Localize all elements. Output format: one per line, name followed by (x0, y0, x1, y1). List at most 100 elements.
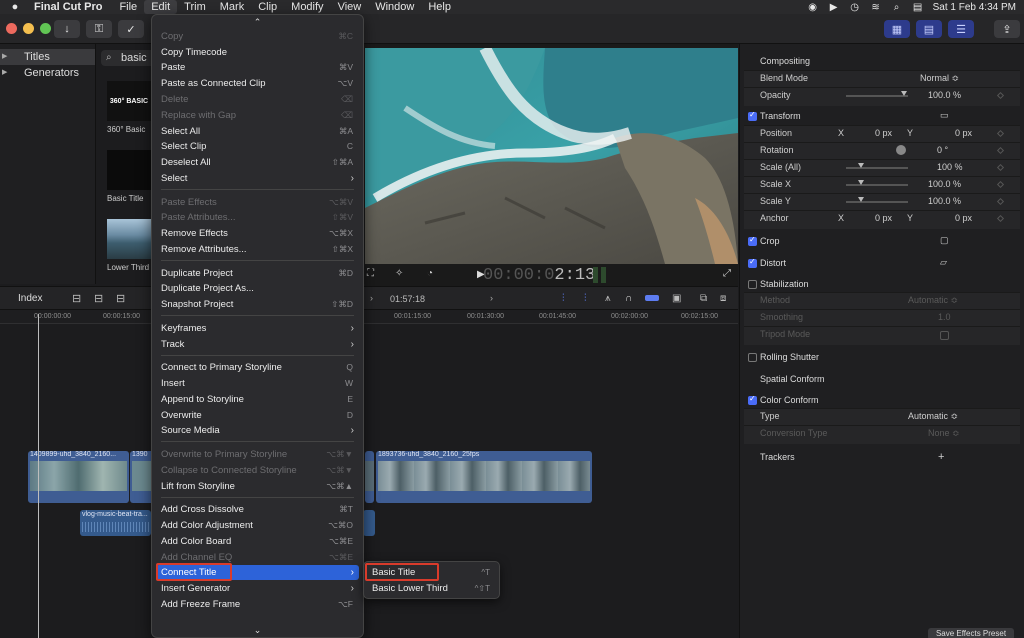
smoothing-value[interactable]: 1.0 (938, 312, 951, 322)
menu-item-select-clip[interactable]: Select Clip C (152, 139, 363, 154)
scale-y-slider[interactable] (846, 201, 908, 203)
menu-app[interactable]: Final Cut Pro (30, 0, 112, 14)
menu-item-select[interactable]: Select › (152, 171, 363, 186)
scale-y-value[interactable]: 100.0 % (928, 196, 961, 206)
scale-x-value[interactable]: 100.0 % (928, 179, 961, 189)
menu-item-remove-effects[interactable]: Remove Effects ⌥⌘X (152, 226, 363, 241)
opacity-value[interactable]: 100.0 % (928, 90, 961, 100)
menu-window[interactable]: Window (368, 0, 421, 14)
anchor-x-value[interactable]: 0 px (875, 213, 892, 223)
menu-item-append[interactable]: Append to Storyline E (152, 392, 363, 407)
position-y-value[interactable]: 0 px (955, 128, 972, 138)
menu-item-deselect-all[interactable]: Deselect All ⇧⌘A (152, 155, 363, 170)
position-x-value[interactable]: 0 px (875, 128, 892, 138)
menu-item-insert-generator[interactable]: Insert Generator › (152, 581, 363, 596)
menu-item-add-color-board[interactable]: Add Color Board ⌥⌘E (152, 534, 363, 549)
menu-view[interactable]: View (331, 0, 369, 14)
index-button[interactable]: Index (18, 293, 42, 304)
crop-overlay-icon[interactable]: ▢ (940, 235, 949, 246)
scale-x-knob[interactable] (858, 180, 864, 185)
timeline-clip[interactable]: 1893736-uhd_3840_2160_25fps (376, 451, 592, 503)
back-arrow-icon[interactable]: › (370, 293, 373, 303)
opacity-slider-knob[interactable] (901, 91, 907, 96)
headphones-icon[interactable]: ∩ (625, 293, 632, 304)
menu-help[interactable]: Help (421, 0, 458, 14)
menu-item-add-color-adjustment[interactable]: Add Color Adjustment ⌥⌘O (152, 518, 363, 533)
play-icon[interactable]: ▶ (828, 2, 840, 13)
conversion-type-select[interactable]: None ≎ (928, 428, 960, 439)
zoom-window-button[interactable] (40, 23, 51, 34)
connect-clip-icon[interactable]: ⊟ (72, 292, 81, 305)
minimize-window-button[interactable] (23, 23, 34, 34)
anchor-y-value[interactable]: 0 px (955, 213, 972, 223)
menu-item-duplicate-project-as[interactable]: Duplicate Project As... (152, 281, 363, 296)
add-tracker-button[interactable]: + (938, 451, 944, 463)
control-center-icon[interactable]: ▤ (912, 2, 924, 13)
menu-edit[interactable]: Edit (144, 0, 178, 14)
clock-label[interactable]: Sat 1 Feb 4:34 PM (933, 2, 1016, 13)
tripod-mode-checkbox[interactable] (940, 331, 949, 340)
menu-item-duplicate-project[interactable]: Duplicate Project ⌘D (152, 266, 363, 281)
magic-wand-icon[interactable]: ✧ (395, 268, 403, 279)
share-button[interactable]: ⇪ (994, 20, 1020, 38)
append-clip-icon[interactable]: ⊟ (116, 292, 125, 305)
menu-item-overwrite-primary[interactable]: Overwrite to Primary Storyline ⌥⌘▼ (152, 447, 363, 462)
audio-clip[interactable]: vlog-music-beat-tra... (80, 510, 151, 536)
thumbnail-lower-third[interactable] (107, 219, 151, 259)
disclosure-triangle-icon[interactable]: ▶ (2, 65, 7, 81)
background-tasks-button[interactable]: ✓ (118, 20, 144, 38)
clip-appearance-icon[interactable]: ▣ (672, 293, 681, 304)
timeline-clip-fragment[interactable] (365, 451, 374, 503)
snapping-icon[interactable] (645, 295, 659, 301)
type-select[interactable]: Automatic ≎ (908, 411, 958, 422)
menu-item-track[interactable]: Track › (152, 337, 363, 352)
transform-checkbox[interactable] (748, 110, 757, 121)
thumbnail-360-basic[interactable]: 360° BASIC (107, 81, 151, 121)
scale-all-slider[interactable] (846, 167, 908, 169)
solo-icon[interactable]: ⩚ (605, 293, 611, 304)
menu-item-overwrite[interactable]: Overwrite D (152, 408, 363, 423)
stabilization-checkbox[interactable] (748, 280, 757, 289)
submenu-item-basic-lower-third[interactable]: Basic Lower Third ^⇧T (367, 581, 496, 596)
transform-overlay-icon[interactable]: ▭ (940, 110, 949, 121)
audio-clip-fragment[interactable] (363, 510, 375, 536)
blend-mode-select[interactable]: Normal ≎ (920, 73, 959, 84)
effects-browser-icon[interactable]: ⧉ (700, 293, 707, 304)
fullscreen-icon[interactable]: ⤢ (723, 268, 731, 279)
viewer-video-frame[interactable] (365, 48, 738, 264)
close-window-button[interactable] (6, 23, 17, 34)
menu-scroll-up-icon[interactable]: ⌃ (152, 17, 363, 28)
clock-icon[interactable]: ◷ (849, 2, 861, 13)
skimming-icon[interactable]: ⫶ (562, 293, 565, 304)
color-conform-checkbox[interactable] (748, 394, 757, 405)
menu-clip[interactable]: Clip (251, 0, 284, 14)
menu-file[interactable]: File (112, 0, 144, 14)
menu-item-paste-attributes[interactable]: Paste Attributes... ⇧⌘V (152, 210, 363, 225)
search-input[interactable]: basic (121, 52, 147, 64)
menu-item-paste-connected[interactable]: Paste as Connected Clip ⌥V (152, 76, 363, 91)
timeline-toggle-button[interactable]: ▤ (916, 20, 942, 38)
thumbnail-basic-title[interactable] (107, 150, 151, 190)
transitions-browser-icon[interactable]: ⧈ (720, 293, 726, 304)
menu-item-source-media[interactable]: Source Media › (152, 423, 363, 438)
playhead[interactable] (38, 314, 39, 638)
insert-clip-icon[interactable]: ⊟ (94, 292, 103, 305)
menu-item-paste-effects[interactable]: Paste Effects ⌥⌘V (152, 195, 363, 210)
search-field[interactable]: ⌕ basic (101, 50, 157, 66)
browser-toggle-button[interactable]: ▦ (884, 20, 910, 38)
menu-mark[interactable]: Mark (213, 0, 251, 14)
scale-y-knob[interactable] (858, 197, 864, 202)
crop-tool-icon[interactable]: ⛶ (367, 268, 374, 279)
apple-menu-icon[interactable]: ● (0, 1, 30, 13)
menu-item-copy[interactable]: Copy ⌘C (152, 29, 363, 44)
screen-record-icon[interactable]: ◉ (807, 2, 819, 13)
distort-checkbox[interactable] (748, 257, 757, 268)
speed-icon[interactable]: ◔ (427, 268, 433, 279)
menu-item-add-cross-dissolve[interactable]: Add Cross Dissolve ⌘T (152, 502, 363, 517)
menu-item-delete[interactable]: Delete ⌫ (152, 92, 363, 107)
scale-all-value[interactable]: 100 % (937, 162, 963, 172)
menu-item-paste[interactable]: Paste ⌘V (152, 60, 363, 75)
sidebar-item-titles[interactable]: ▶ Titles (0, 49, 95, 65)
menu-item-lift-from-storyline[interactable]: Lift from Storyline ⌥⌘▲ (152, 479, 363, 494)
rotation-value[interactable]: 0 ° (937, 145, 948, 155)
